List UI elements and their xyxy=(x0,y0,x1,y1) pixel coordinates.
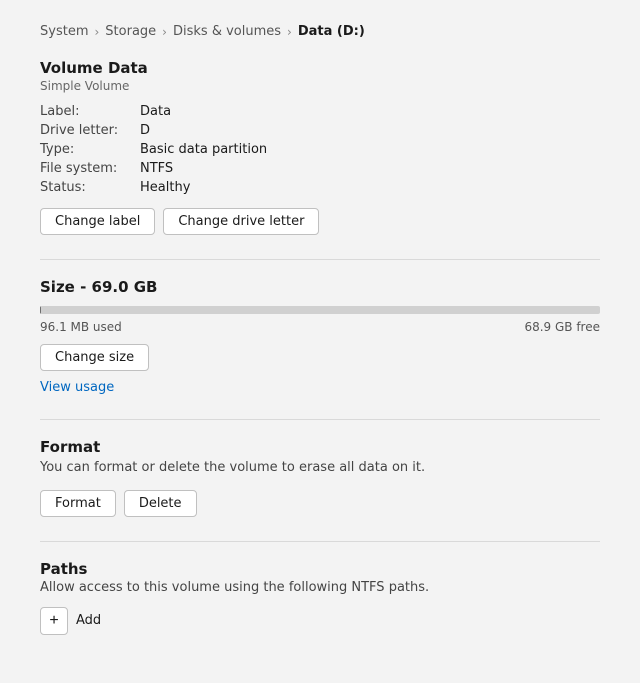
volume-info-table: Label: Data Drive letter: D Type: Basic … xyxy=(40,103,600,196)
add-row: + Add xyxy=(40,607,600,635)
delete-button[interactable]: Delete xyxy=(124,490,197,517)
type-field-label: Type: xyxy=(40,141,140,158)
label-field-label: Label: xyxy=(40,103,140,120)
volume-subtitle: Simple Volume xyxy=(40,79,600,93)
progress-bar-container xyxy=(40,306,600,314)
volume-title: Volume Data xyxy=(40,59,600,77)
change-size-button[interactable]: Change size xyxy=(40,344,149,371)
plus-icon: + xyxy=(49,612,58,630)
size-section: Size - 69.0 GB 96.1 MB used 68.9 GB free… xyxy=(40,278,600,395)
label-field-value: Data xyxy=(140,103,600,120)
divider-2 xyxy=(40,419,600,420)
breadcrumb-item-system[interactable]: System xyxy=(40,24,88,39)
breadcrumb: System › Storage › Disks & volumes › Dat… xyxy=(40,24,600,39)
status-field-label: Status: xyxy=(40,179,140,196)
size-button-row: Change size xyxy=(40,344,600,371)
size-labels: 96.1 MB used 68.9 GB free xyxy=(40,320,600,334)
breadcrumb-separator: › xyxy=(162,25,167,39)
add-path-button[interactable]: + xyxy=(40,607,68,635)
change-label-button[interactable]: Change label xyxy=(40,208,155,235)
volume-section: Volume Data Simple Volume Label: Data Dr… xyxy=(40,59,600,235)
format-title: Format xyxy=(40,438,600,456)
filesystem-field-label: File system: xyxy=(40,160,140,177)
drive-letter-field-value: D xyxy=(140,122,600,139)
paths-section: Paths Allow access to this volume using … xyxy=(40,560,600,635)
status-field-value: Healthy xyxy=(140,179,600,196)
free-label: 68.9 GB free xyxy=(524,320,600,334)
used-label: 96.1 MB used xyxy=(40,320,122,334)
paths-title: Paths xyxy=(40,560,600,578)
breadcrumb-item-disks[interactable]: Disks & volumes xyxy=(173,24,281,39)
volume-button-row: Change label Change drive letter xyxy=(40,208,600,235)
filesystem-field-value: NTFS xyxy=(140,160,600,177)
divider-1 xyxy=(40,259,600,260)
add-path-label: Add xyxy=(76,613,101,628)
format-button[interactable]: Format xyxy=(40,490,116,517)
format-section: Format You can format or delete the volu… xyxy=(40,438,600,517)
format-button-row: Format Delete xyxy=(40,490,600,517)
breadcrumb-item-storage[interactable]: Storage xyxy=(105,24,156,39)
paths-description: Allow access to this volume using the fo… xyxy=(40,580,600,595)
view-usage-link[interactable]: View usage xyxy=(40,380,114,395)
change-drive-letter-button[interactable]: Change drive letter xyxy=(163,208,319,235)
breadcrumb-item-current: Data (D:) xyxy=(298,24,365,39)
progress-bar-fill xyxy=(40,306,41,314)
breadcrumb-separator: › xyxy=(94,25,99,39)
type-field-value: Basic data partition xyxy=(140,141,600,158)
drive-letter-field-label: Drive letter: xyxy=(40,122,140,139)
size-title: Size - 69.0 GB xyxy=(40,278,600,296)
format-description: You can format or delete the volume to e… xyxy=(40,458,600,478)
divider-3 xyxy=(40,541,600,542)
breadcrumb-separator: › xyxy=(287,25,292,39)
